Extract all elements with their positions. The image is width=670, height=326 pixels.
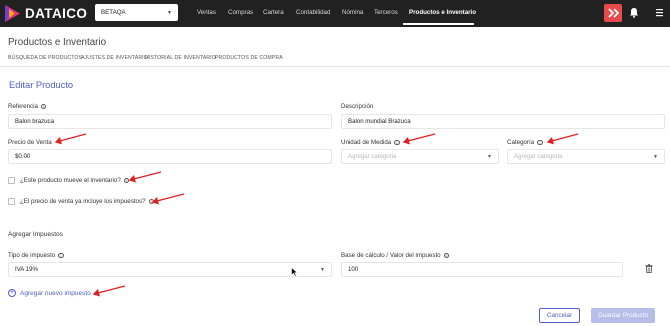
tipo-impuesto-value: IVA 19% xyxy=(15,266,38,273)
base-calculo-label-text: Base de cálculo / Valor del impuesto xyxy=(341,252,441,259)
unidad-label: Unidad de Medida i xyxy=(341,139,400,146)
tipo-impuesto-select[interactable]: IVA 19% ▼ xyxy=(8,262,332,277)
precio-value: $0.00 xyxy=(15,153,31,160)
referencia-label: Referencia i xyxy=(8,103,47,110)
brand-logo[interactable]: DATAICO xyxy=(4,4,87,23)
unidad-placeholder: Agregar categoria xyxy=(348,153,397,160)
info-icon[interactable]: i xyxy=(443,252,450,259)
cancel-button[interactable]: Cancelar xyxy=(539,308,580,323)
unidad-label-text: Unidad de Medida xyxy=(341,139,392,146)
info-icon[interactable]: i xyxy=(40,103,47,110)
tipo-impuesto-label-text: Tipo de impuesto xyxy=(8,252,56,259)
dataico-logo-icon xyxy=(5,5,20,22)
header-divider xyxy=(0,66,670,67)
referencia-label-text: Referencia xyxy=(8,103,38,110)
base-calculo-label: Base de cálculo / Valor del impuesto i xyxy=(341,252,450,259)
referencia-input[interactable]: Balon brazuca xyxy=(8,114,332,129)
active-nav-indicator xyxy=(403,23,474,25)
base-calculo-input[interactable]: 100 xyxy=(341,262,623,277)
unidad-select[interactable]: Agregar categoria ▼ xyxy=(341,149,499,164)
company-name: BETAQA xyxy=(101,9,126,16)
chevron-down-icon: ▼ xyxy=(487,153,492,160)
referencia-value: Balon brazuca xyxy=(15,118,54,125)
double-chevron-right-icon xyxy=(607,8,619,18)
tab-ajustes-inventario[interactable]: AJUSTES DE INVENTARIO xyxy=(81,55,148,61)
save-product-button[interactable]: Guardar Producto xyxy=(591,308,655,323)
annotation-arrow xyxy=(402,133,436,145)
info-icon[interactable]: i xyxy=(537,139,543,146)
top-navbar: DATAICO BETAQA ▼ Ventas Compras Cartera … xyxy=(0,0,670,27)
categoria-label-text: Categoría xyxy=(507,139,535,146)
nav-terceros[interactable]: Terceros xyxy=(374,9,398,16)
precio-label: Precio de Venta xyxy=(8,139,52,146)
chevron-down-icon: ▼ xyxy=(167,9,172,16)
taxes-included-checkbox-label: ¿El precio de venta ya incluye los impue… xyxy=(20,198,146,205)
info-icon[interactable]: i xyxy=(58,252,64,259)
add-tax-button[interactable]: + Agregar nuevo impuesto xyxy=(8,289,91,297)
base-calculo-value: 100 xyxy=(348,266,359,273)
check-inventory-row: ¿Este producto mueve el inventario? i xyxy=(8,177,130,184)
annotation-arrow xyxy=(151,193,185,205)
info-icon[interactable]: i xyxy=(148,198,155,205)
info-icon[interactable]: i xyxy=(394,139,400,146)
plus-circle-icon: + xyxy=(8,289,16,297)
descripcion-label: Descripción xyxy=(341,103,373,110)
precio-label-text: Precio de Venta xyxy=(8,139,52,146)
nav-productos-inventario[interactable]: Productos e Inventario xyxy=(409,9,476,16)
nav-nomina[interactable]: Nómina xyxy=(342,9,363,16)
mouse-cursor-icon xyxy=(291,267,298,277)
section-title: Editar Producto xyxy=(9,80,74,90)
annotation-arrow xyxy=(92,285,126,297)
annotation-arrow xyxy=(128,171,162,183)
nav-contabilidad[interactable]: Contabilidad xyxy=(296,9,330,16)
brand-name: DATAICO xyxy=(25,6,88,21)
annotation-arrow xyxy=(546,133,579,145)
nav-compras[interactable]: Compras xyxy=(228,9,253,16)
annotation-arrow xyxy=(54,133,87,145)
help-button[interactable] xyxy=(604,4,622,22)
taxes-included-checkbox[interactable] xyxy=(8,198,15,205)
categoria-placeholder: Agregar categoria xyxy=(514,153,563,160)
add-tax-label: Agregar nuevo impuesto xyxy=(20,289,91,297)
page-title: Productos e Inventario xyxy=(8,37,107,48)
categoria-select[interactable]: Agregar categoria ▼ xyxy=(507,149,665,164)
descripcion-value: Balon mundial Brazuca xyxy=(348,118,411,125)
trash-icon[interactable] xyxy=(645,264,653,273)
tab-historial-inventario[interactable]: HISTORIAL DE INVENTARIO xyxy=(145,55,216,61)
bell-icon[interactable] xyxy=(629,7,639,18)
categoria-label: Categoría i xyxy=(507,139,543,146)
hamburger-menu-icon[interactable] xyxy=(656,8,663,17)
tab-productos-compra[interactable]: PRODUCTOS DE COMPRA xyxy=(215,55,283,61)
descripcion-input[interactable]: Balon mundial Brazuca xyxy=(341,114,665,129)
taxes-section-title: Agregar Impuestos xyxy=(8,231,63,238)
check-taxes-row: ¿El precio de venta ya incluye los impue… xyxy=(8,198,155,205)
tipo-impuesto-label: Tipo de impuesto i xyxy=(8,252,64,259)
chevron-down-icon: ▼ xyxy=(320,266,325,273)
chevron-down-icon: ▼ xyxy=(653,153,658,160)
descripcion-label-text: Descripción xyxy=(341,103,374,110)
nav-cartera[interactable]: Cartera xyxy=(263,9,284,16)
company-selector[interactable]: BETAQA ▼ xyxy=(95,4,178,21)
nav-ventas[interactable]: Ventas xyxy=(197,9,216,16)
tab-busqueda-productos[interactable]: BÚSQUEDA DE PRODUCTOS xyxy=(8,55,82,61)
inventory-checkbox-label: ¿Este producto mueve el inventario? xyxy=(20,177,121,184)
inventory-checkbox[interactable] xyxy=(8,177,15,184)
precio-input[interactable]: $0.00 xyxy=(8,149,332,164)
info-icon[interactable]: i xyxy=(123,177,130,184)
